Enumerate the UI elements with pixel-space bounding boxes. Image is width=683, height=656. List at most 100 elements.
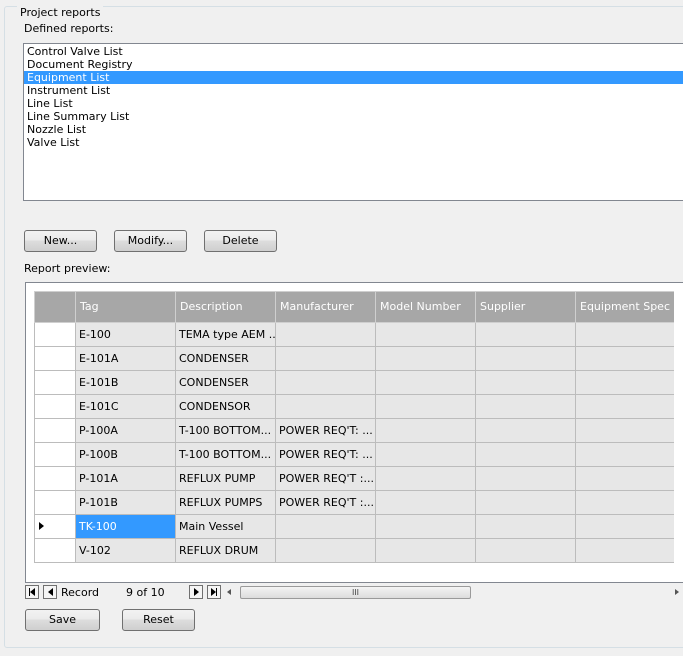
table-cell[interactable]: P-101A xyxy=(75,466,176,491)
table-cell[interactable]: E-100 xyxy=(75,322,176,347)
row-header[interactable] xyxy=(34,370,76,395)
table-cell[interactable] xyxy=(475,394,576,419)
table-cell[interactable]: TK-100 xyxy=(75,514,176,539)
reset-button[interactable]: Reset xyxy=(122,609,195,631)
table-row[interactable]: E-101B CONDENSER xyxy=(34,370,674,395)
table-cell[interactable] xyxy=(575,394,674,419)
last-record-button[interactable] xyxy=(207,585,221,599)
table-cell[interactable] xyxy=(475,442,576,467)
table-row[interactable]: TK-100 Main Vessel xyxy=(34,514,674,539)
table-cell[interactable]: POWER REQ'T :... xyxy=(275,490,376,515)
table-row[interactable]: E-100 TEMA type AEM ... xyxy=(34,322,674,347)
report-list-item[interactable]: Valve List xyxy=(24,136,683,149)
report-list-item[interactable]: Control Valve List xyxy=(24,45,683,58)
table-cell[interactable] xyxy=(375,346,476,371)
table-cell[interactable] xyxy=(575,442,674,467)
scroll-left-icon[interactable] xyxy=(227,589,231,595)
table-row[interactable]: V-102 REFLUX DRUM xyxy=(34,538,674,563)
scroll-right-icon[interactable] xyxy=(675,589,679,595)
modify-button[interactable]: Modify... xyxy=(114,230,187,252)
table-cell[interactable]: P-101B xyxy=(75,490,176,515)
table-cell[interactable] xyxy=(275,322,376,347)
table-cell[interactable]: REFLUX DRUM xyxy=(175,538,276,563)
table-cell[interactable]: REFLUX PUMPS xyxy=(175,490,276,515)
table-cell[interactable] xyxy=(375,538,476,563)
column-header[interactable]: Tag xyxy=(75,291,176,323)
table-row[interactable]: E-101C CONDENSOR xyxy=(34,394,674,419)
table-cell[interactable]: T-100 BOTTOM... xyxy=(175,442,276,467)
save-button[interactable]: Save xyxy=(25,609,100,631)
table-row[interactable]: P-100B T-100 BOTTOM... POWER REQ'T: ... xyxy=(34,442,674,467)
first-record-button[interactable] xyxy=(25,585,39,599)
report-list-item[interactable]: Equipment List xyxy=(24,71,683,84)
table-cell[interactable]: E-101B xyxy=(75,370,176,395)
report-list-item[interactable]: Nozzle List xyxy=(24,123,683,136)
table-cell[interactable] xyxy=(475,466,576,491)
table-cell[interactable]: REFLUX PUMP xyxy=(175,466,276,491)
table-cell[interactable] xyxy=(575,466,674,491)
table-cell[interactable] xyxy=(375,442,476,467)
table-cell[interactable] xyxy=(575,418,674,443)
table-row[interactable]: E-101A CONDENSER xyxy=(34,346,674,371)
new-button[interactable]: New... xyxy=(24,230,97,252)
table-cell[interactable] xyxy=(575,322,674,347)
row-header[interactable] xyxy=(34,538,76,563)
table-cell[interactable] xyxy=(475,490,576,515)
table-cell[interactable] xyxy=(275,370,376,395)
table-cell[interactable] xyxy=(375,490,476,515)
table-cell[interactable] xyxy=(375,514,476,539)
row-header[interactable] xyxy=(34,394,76,419)
table-cell[interactable] xyxy=(375,466,476,491)
table-cell[interactable]: CONDENSER xyxy=(175,346,276,371)
table-cell[interactable] xyxy=(375,370,476,395)
row-header[interactable] xyxy=(34,466,76,491)
row-header[interactable] xyxy=(34,346,76,371)
row-header[interactable] xyxy=(34,442,76,467)
report-list-item[interactable]: Instrument List xyxy=(24,84,683,97)
table-cell[interactable] xyxy=(475,514,576,539)
table-cell[interactable]: CONDENSER xyxy=(175,370,276,395)
table-cell[interactable] xyxy=(575,538,674,563)
table-cell[interactable] xyxy=(475,418,576,443)
table-cell[interactable]: P-100A xyxy=(75,418,176,443)
horizontal-scrollbar[interactable]: III xyxy=(223,585,683,600)
report-list-item[interactable]: Line List xyxy=(24,97,683,110)
row-header[interactable] xyxy=(34,322,76,347)
previous-record-button[interactable] xyxy=(43,585,57,599)
table-cell[interactable] xyxy=(475,538,576,563)
delete-button[interactable]: Delete xyxy=(204,230,277,252)
defined-reports-listbox[interactable]: Control Valve List Document Registry Equip… xyxy=(23,43,683,201)
table-cell[interactable]: V-102 xyxy=(75,538,176,563)
table-cell[interactable] xyxy=(275,394,376,419)
next-record-button[interactable] xyxy=(189,585,203,599)
report-preview-grid[interactable]: Tag Description Manufacturer Model Number Su… xyxy=(34,291,674,568)
record-position[interactable]: 9 of 10 xyxy=(126,586,165,599)
table-cell[interactable]: POWER REQ'T: ... xyxy=(275,442,376,467)
table-cell[interactable] xyxy=(375,322,476,347)
table-cell[interactable]: CONDENSOR xyxy=(175,394,276,419)
table-row[interactable]: P-101A REFLUX PUMP POWER REQ'T :... xyxy=(34,466,674,491)
table-cell[interactable]: P-100B xyxy=(75,442,176,467)
table-cell[interactable] xyxy=(275,514,376,539)
table-cell[interactable] xyxy=(475,370,576,395)
table-cell[interactable] xyxy=(575,346,674,371)
table-cell[interactable] xyxy=(575,490,674,515)
table-cell[interactable]: Main Vessel xyxy=(175,514,276,539)
table-cell[interactable] xyxy=(475,322,576,347)
column-header[interactable]: Description xyxy=(175,291,276,323)
report-list-item[interactable]: Line Summary List xyxy=(24,110,683,123)
row-header[interactable] xyxy=(34,418,76,443)
row-header[interactable] xyxy=(34,514,76,539)
table-cell[interactable]: E-101A xyxy=(75,346,176,371)
table-cell[interactable]: POWER REQ'T: ... xyxy=(275,418,376,443)
table-cell[interactable] xyxy=(375,394,476,419)
table-cell[interactable] xyxy=(475,346,576,371)
table-row[interactable]: P-101B REFLUX PUMPS POWER REQ'T :... xyxy=(34,490,674,515)
table-cell[interactable]: POWER REQ'T :... xyxy=(275,466,376,491)
column-header[interactable]: Model Number xyxy=(375,291,476,323)
table-cell[interactable]: TEMA type AEM ... xyxy=(175,322,276,347)
table-row[interactable]: P-100A T-100 BOTTOM... POWER REQ'T: ... xyxy=(34,418,674,443)
row-header[interactable] xyxy=(34,490,76,515)
table-cell[interactable] xyxy=(575,514,674,539)
table-cell[interactable] xyxy=(375,418,476,443)
